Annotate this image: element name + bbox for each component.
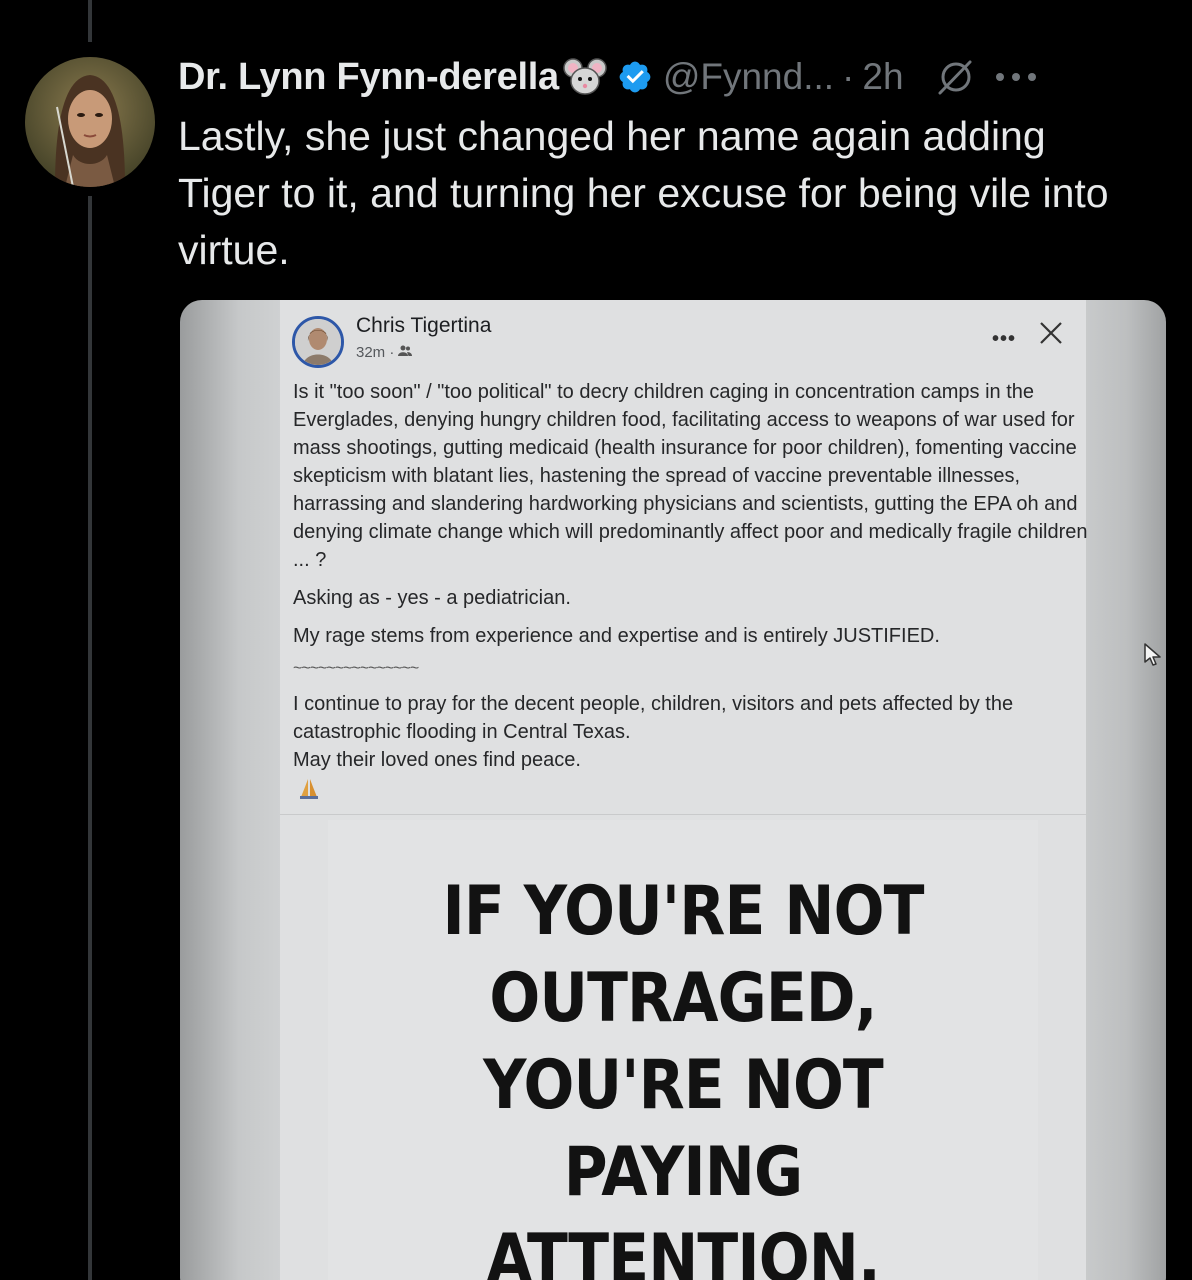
embedded-post-meta: 32m · xyxy=(356,344,413,361)
sign-line: IF YOU'RE NOT xyxy=(442,872,924,951)
tweet-header: Dr. Lynn Fynn-derella @Fynnd... · 2h xyxy=(178,50,1168,104)
embedded-post-paragraph: Is it "too soon" / "too political" to de… xyxy=(293,381,1088,571)
sign-line: OUTRAGED, xyxy=(489,959,877,1038)
sign-text: IF YOU'RE NOT OUTRAGED, YOU'RE NOT PAYIN… xyxy=(371,868,996,1280)
sign-line: YOU'RE NOT xyxy=(483,1046,884,1125)
tweet-timestamp[interactable]: 2h xyxy=(862,56,903,98)
embedded-post-avatar xyxy=(292,316,344,368)
author-handle[interactable]: @Fynnd... xyxy=(663,56,834,98)
close-icon xyxy=(1038,320,1064,351)
praying-hands-emoji xyxy=(297,777,321,804)
tweet-media-image[interactable]: Chris Tigertina 32m · ••• Is it "too soo… xyxy=(180,300,1166,1280)
embedded-post-body: Is it "too soon" / "too political" to de… xyxy=(293,378,1093,774)
tweet-text: Lastly, she just changed her name again … xyxy=(178,113,1109,273)
embedded-post-divider: ~~~~~~~~~~~~~~~ xyxy=(293,660,419,677)
thread-line-top xyxy=(88,0,92,42)
embedded-post-closing: I continue to pray for the decent people… xyxy=(293,693,1014,771)
author-name[interactable]: Dr. Lynn Fynn-derella xyxy=(178,56,559,99)
verified-badge-icon[interactable] xyxy=(617,59,653,95)
dot-separator: · xyxy=(842,56,855,97)
author-avatar[interactable] xyxy=(25,57,155,187)
more-options-icon[interactable] xyxy=(994,71,1038,83)
embedded-more-icon: ••• xyxy=(992,328,1017,350)
sign-line: PAYING xyxy=(563,1133,803,1212)
embedded-post-author: Chris Tigertina xyxy=(356,314,492,337)
embedded-post-paragraph: Asking as - yes - a pediatrician. xyxy=(293,587,571,609)
grok-icon[interactable] xyxy=(936,57,976,97)
sign-line: ATTENTION. xyxy=(486,1220,880,1280)
mouse-pointer-icon xyxy=(1142,642,1164,673)
friends-audience-icon xyxy=(398,344,413,361)
embedded-post-paragraph: My rage stems from experience and expert… xyxy=(293,625,940,647)
mouse-face-emoji xyxy=(563,57,607,97)
embedded-post-time: 32m · xyxy=(356,344,395,361)
thread-line xyxy=(88,196,92,1280)
